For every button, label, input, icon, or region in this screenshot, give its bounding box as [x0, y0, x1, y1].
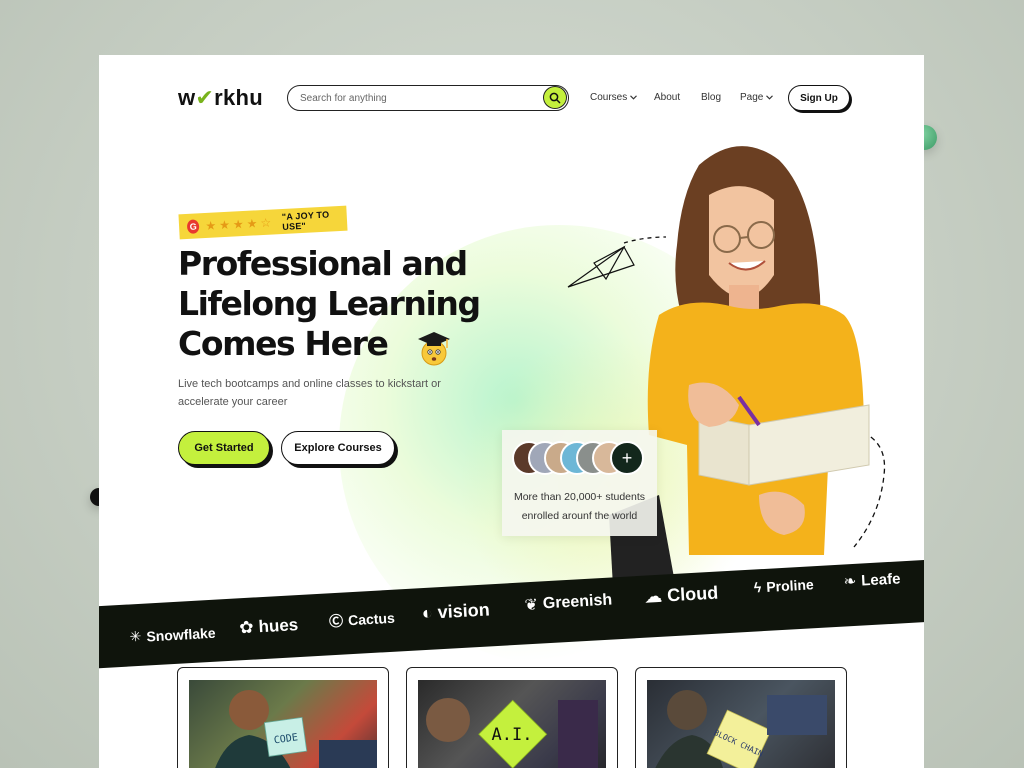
- add-student-button[interactable]: +: [610, 441, 644, 475]
- logo-text-prefix: w: [178, 85, 196, 110]
- search-button[interactable]: [543, 86, 567, 109]
- sign-up-button[interactable]: Sign Up: [788, 85, 850, 111]
- logo-check-icon: ✔: [195, 85, 215, 110]
- course-card-blockchain[interactable]: BLOCK CHAIN: [635, 667, 847, 768]
- search-input[interactable]: [300, 90, 530, 106]
- brand-snowflake: ✳ Snowflake: [129, 624, 216, 646]
- brand-greenish: ❦ Greenish: [524, 591, 613, 616]
- course-photo-code: CODE: [215, 690, 377, 768]
- brand-vision: ◐ vision: [421, 599, 490, 624]
- course-photo-ai: A.I.: [426, 698, 598, 768]
- star-icon: ★: [232, 216, 245, 232]
- students-text-line-1: More than 20,000+ students: [513, 491, 646, 503]
- hero-subtitle: Live tech bootcamps and online classes t…: [178, 378, 441, 408]
- students-count-text: More than 20,000+ students enrolled arou…: [508, 488, 651, 526]
- brand-greenish-label: Greenish: [542, 591, 613, 613]
- greenish-icon: ❦: [524, 596, 539, 615]
- brand-proline: ϟ Proline: [753, 576, 814, 595]
- nav-courses[interactable]: Courses: [590, 92, 638, 103]
- vision-icon: ◐: [421, 602, 434, 624]
- leafe-icon: ❧: [843, 572, 857, 591]
- rating-badge: G ★ ★ ★ ★ ☆ "A JOY TO USE": [178, 205, 348, 240]
- get-started-button[interactable]: Get Started: [178, 431, 270, 465]
- graduation-emoji-icon: [418, 332, 450, 366]
- brand-cactus: Ⓒ Cactus: [329, 608, 396, 632]
- course-image: BLOCK CHAIN: [647, 680, 835, 768]
- chevron-down-icon: [766, 95, 774, 100]
- half-star-icon: ☆: [260, 215, 272, 230]
- explore-courses-button[interactable]: Explore Courses: [281, 431, 395, 465]
- course-image: CODE: [189, 680, 377, 768]
- brand-snowflake-label: Snowflake: [145, 624, 216, 645]
- g2-logo-icon: G: [186, 218, 200, 234]
- cactus-icon: Ⓒ: [328, 612, 344, 630]
- headline-line-2: Lifelong Learning: [178, 284, 481, 323]
- star-icon: ★: [218, 217, 231, 232]
- headline-line-3: Comes Here: [178, 324, 389, 363]
- nav-about-label: About: [654, 92, 681, 103]
- search-bar: [287, 85, 569, 111]
- proline-icon: ϟ: [753, 579, 762, 596]
- star-icon: ★: [246, 215, 258, 231]
- brand-logo[interactable]: w✔rkhu: [178, 85, 263, 111]
- brand-leafe-label: Leafe: [860, 569, 901, 590]
- landing-page: w✔rkhu Courses About Blog Page Sign Up G…: [99, 55, 924, 768]
- student-photo: [609, 146, 870, 605]
- headline-line-1: Professional and: [178, 244, 468, 283]
- search-icon: [549, 92, 561, 103]
- course-photo-blockchain: BLOCK CHAIN: [655, 690, 827, 768]
- brand-cactus-label: Cactus: [347, 609, 396, 629]
- star-icon: ★: [205, 217, 217, 233]
- nav-page[interactable]: Page: [740, 92, 774, 103]
- chevron-down-icon: [630, 95, 638, 100]
- logo-text-suffix: rkhu: [214, 85, 264, 110]
- brand-cloud: ☁ Cloud: [644, 583, 719, 608]
- students-text-line-2: enrolled arounf the world: [521, 510, 638, 522]
- brand-hues-label: hues: [258, 615, 299, 637]
- nav-page-label: Page: [740, 92, 764, 103]
- nav-blog[interactable]: Blog: [701, 92, 721, 103]
- brand-cloud-label: Cloud: [666, 582, 719, 606]
- brand-proline-label: Proline: [765, 576, 815, 595]
- course-image: A.I.: [418, 680, 606, 768]
- brand-vision-label: vision: [437, 599, 491, 623]
- nav-about[interactable]: About: [654, 92, 680, 103]
- nav-courses-label: Courses: [590, 92, 628, 103]
- cloud-icon: ☁: [643, 585, 663, 607]
- hero-headline: Professional and Lifelong Learning Comes…: [178, 244, 538, 364]
- students-enrolled-card: + More than 20,000+ students enrolled ar…: [502, 430, 657, 536]
- nav-blog-label: Blog: [701, 92, 722, 103]
- snowflake-icon: ✳: [129, 627, 142, 645]
- plus-icon: +: [621, 447, 633, 468]
- course-card-code[interactable]: CODE: [177, 667, 389, 768]
- course-card-ai[interactable]: A.I.: [406, 667, 618, 768]
- brand-leafe: ❧ Leafe: [843, 569, 901, 591]
- badge-quote: "A JOY TO USE": [281, 209, 330, 232]
- hues-icon: ✿: [238, 617, 255, 638]
- sticky-note-ai: A.I.: [492, 725, 533, 745]
- brand-hues: ✿ hues: [239, 615, 299, 638]
